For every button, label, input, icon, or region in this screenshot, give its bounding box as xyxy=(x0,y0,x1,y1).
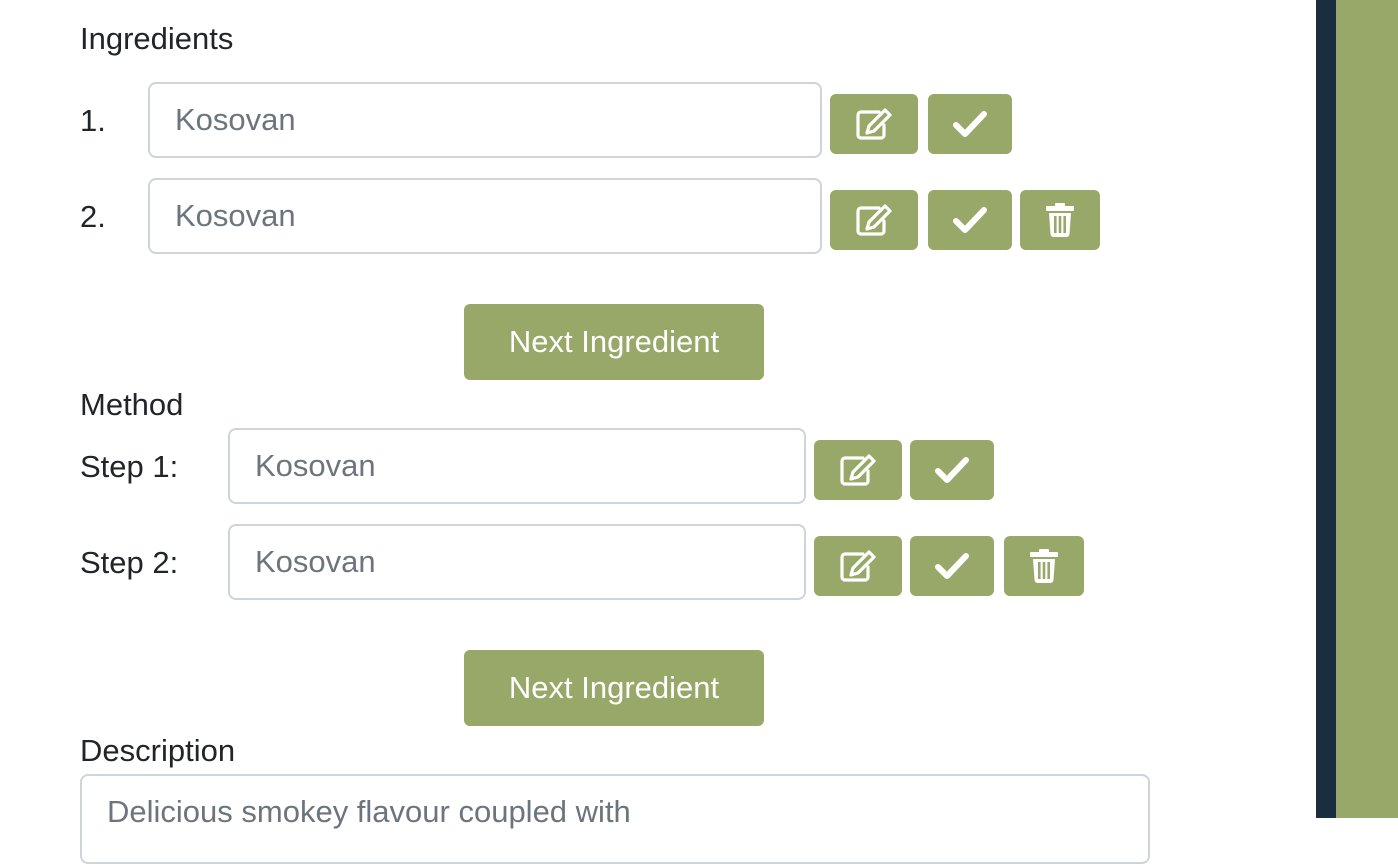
ingredient-input-2[interactable] xyxy=(148,178,822,254)
edit-icon xyxy=(856,204,892,236)
next-ingredient-button[interactable]: Next Ingredient xyxy=(464,304,764,380)
check-icon xyxy=(935,457,969,483)
trash-icon xyxy=(1030,549,1058,583)
step-input-1[interactable] xyxy=(228,428,806,504)
step-1-confirm-button[interactable] xyxy=(910,440,994,500)
check-icon xyxy=(953,111,987,137)
ingredient-1-confirm-button[interactable] xyxy=(928,94,1012,154)
ingredient-number-2: 2. xyxy=(80,199,106,234)
ingredient-input-1[interactable] xyxy=(148,82,822,158)
description-heading: Description xyxy=(80,733,236,768)
ingredient-2-edit-button[interactable] xyxy=(830,190,918,250)
step-label-1: Step 1: xyxy=(80,449,179,484)
ingredient-1-edit-button[interactable] xyxy=(830,94,918,154)
ingredients-heading: Ingredients xyxy=(80,21,234,56)
step-2-delete-button[interactable] xyxy=(1004,536,1084,596)
ingredient-2-confirm-button[interactable] xyxy=(928,190,1012,250)
sidebar-divider xyxy=(1316,0,1336,818)
step-label-2: Step 2: xyxy=(80,545,179,580)
edit-icon xyxy=(840,550,876,582)
step-2-confirm-button[interactable] xyxy=(910,536,994,596)
ingredient-number-1: 1. xyxy=(80,103,106,138)
edit-icon xyxy=(840,454,876,486)
step-2-edit-button[interactable] xyxy=(814,536,902,596)
description-text: Delicious smokey flavour coupled with xyxy=(107,794,631,829)
next-step-button[interactable]: Next Ingredient xyxy=(464,650,764,726)
step-1-edit-button[interactable] xyxy=(814,440,902,500)
trash-icon xyxy=(1046,203,1074,237)
step-input-2[interactable] xyxy=(228,524,806,600)
description-textarea[interactable]: Delicious smokey flavour coupled with xyxy=(80,774,1150,864)
sidebar-panel xyxy=(1336,0,1398,818)
ingredient-2-delete-button[interactable] xyxy=(1020,190,1100,250)
edit-icon xyxy=(856,108,892,140)
check-icon xyxy=(935,553,969,579)
check-icon xyxy=(953,207,987,233)
method-heading: Method xyxy=(80,387,184,422)
